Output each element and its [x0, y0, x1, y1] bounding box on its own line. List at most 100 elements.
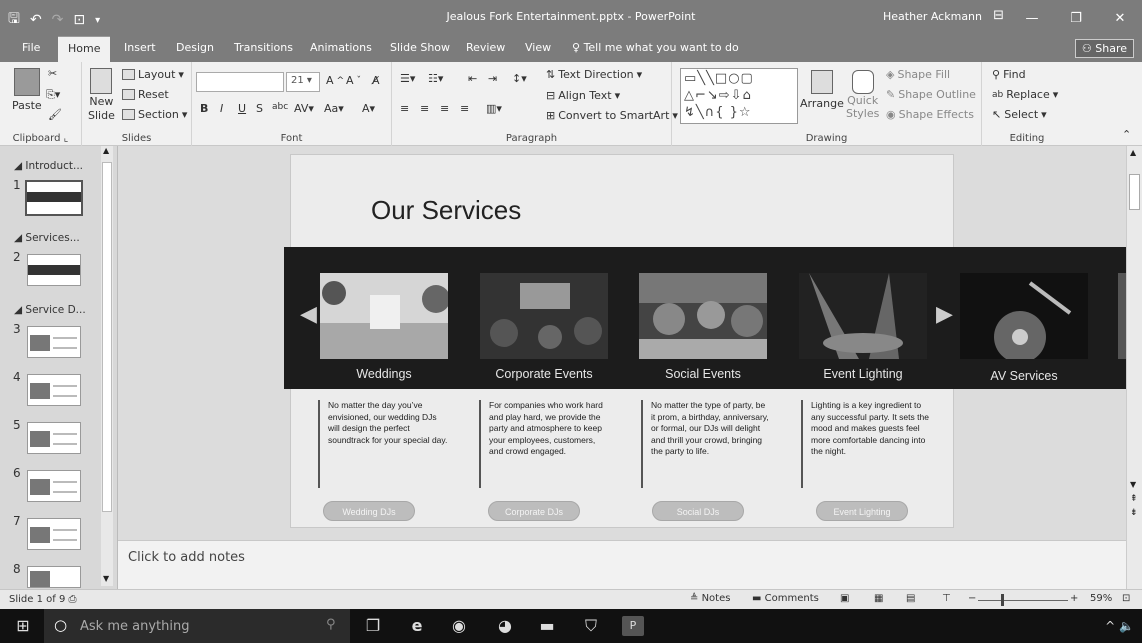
- wedding-djs-button[interactable]: Wedding DJs: [323, 501, 415, 521]
- comments-toggle[interactable]: ▬ Comments: [752, 593, 819, 604]
- notes-toggle[interactable]: ≜ Notes: [690, 593, 730, 604]
- bullets-icon[interactable]: ☰▾: [400, 72, 415, 85]
- corporate-djs-button[interactable]: Corporate DJs: [488, 501, 580, 521]
- shadow-icon[interactable]: S: [256, 102, 263, 115]
- firefox-icon[interactable]: ◕: [494, 616, 516, 636]
- justify-icon[interactable]: ≡: [460, 102, 469, 115]
- thumbnail-scrollbar[interactable]: ▲ ▼: [101, 146, 113, 586]
- shape-fill-button[interactable]: ◈ Shape Fill: [886, 68, 950, 81]
- tab-transitions[interactable]: Transitions: [224, 36, 303, 62]
- previous-slide-icon[interactable]: ⇞: [1130, 494, 1138, 504]
- slide-thumbnail-6[interactable]: [27, 470, 81, 502]
- event-lighting-button[interactable]: Event Lighting: [816, 501, 908, 521]
- editor-scrollbar[interactable]: ▲ ▼ ⇞ ⇟: [1126, 146, 1142, 589]
- services-image-band[interactable]: ◀ Weddings Corporate Events Social Event…: [284, 247, 1126, 389]
- font-name-combo[interactable]: [196, 72, 284, 92]
- tab-home[interactable]: Home: [58, 36, 111, 62]
- increase-font-icon[interactable]: A ^: [326, 74, 344, 87]
- service-description[interactable]: Lighting is a key ingredient to any succ…: [801, 400, 931, 488]
- reading-view-icon[interactable]: ▤: [906, 593, 915, 604]
- line-spacing-icon[interactable]: ↕▾: [512, 72, 527, 85]
- convert-smartart-button[interactable]: ⊞ Convert to SmartArt ▾: [546, 109, 678, 122]
- cut-icon[interactable]: ✂: [48, 67, 57, 80]
- scrollbar-thumb[interactable]: [1129, 174, 1140, 210]
- windows-start-icon[interactable]: ⊞: [12, 616, 34, 636]
- service-description[interactable]: No matter the type of party, be it prom,…: [641, 400, 771, 488]
- service-card-av[interactable]: AV Services: [960, 273, 1088, 383]
- slide-sorter-icon[interactable]: ▦: [874, 593, 883, 604]
- shape-effects-button[interactable]: ◉ Shape Effects: [886, 108, 974, 121]
- italic-icon[interactable]: I: [220, 102, 223, 115]
- section-button[interactable]: Section ▾: [122, 108, 187, 121]
- close-button[interactable]: ✕: [1098, 0, 1142, 36]
- next-slide-icon[interactable]: ⇟: [1130, 508, 1138, 518]
- change-case-icon[interactable]: Aa▾: [324, 102, 344, 115]
- ribbon-display-options-icon[interactable]: ⊟: [993, 8, 1004, 23]
- scroll-up-icon[interactable]: ▲: [103, 146, 109, 155]
- right-arrow-icon[interactable]: ▶: [936, 302, 953, 327]
- slide-thumbnail-1[interactable]: [25, 180, 83, 216]
- strikethrough-icon[interactable]: abc: [272, 102, 288, 112]
- section-header-intro[interactable]: ◢ Introduct...: [14, 160, 83, 172]
- zoom-level[interactable]: 59%: [1090, 593, 1112, 604]
- scroll-up-icon[interactable]: ▲: [1130, 148, 1136, 157]
- cortana-search-box[interactable]: ○ Ask me anything ⚲: [44, 609, 350, 643]
- shape-outline-button[interactable]: ✎ Shape Outline: [886, 88, 976, 101]
- spell-check-icon[interactable]: ⎙: [69, 594, 77, 605]
- section-header-services[interactable]: ◢ Services...: [14, 232, 80, 244]
- tell-me-search[interactable]: ♀ Tell me what you want to do: [572, 41, 739, 54]
- slide-thumbnail-7[interactable]: [27, 518, 81, 550]
- quick-styles-button[interactable]: Quick Styles: [846, 70, 879, 120]
- character-spacing-icon[interactable]: AV▾: [294, 102, 314, 115]
- slide-thumbnail-5[interactable]: [27, 422, 81, 454]
- decrease-indent-icon[interactable]: ⇤: [468, 72, 477, 85]
- powerpoint-taskbar-icon[interactable]: P: [622, 616, 644, 636]
- bold-icon[interactable]: B: [200, 102, 208, 115]
- arrange-button[interactable]: Arrange: [800, 70, 844, 110]
- select-button[interactable]: ↖ Select ▾: [992, 108, 1047, 121]
- align-text-button[interactable]: ⊟ Align Text ▾: [546, 89, 620, 102]
- normal-view-icon[interactable]: ▣: [840, 593, 849, 604]
- new-slide-button[interactable]: New Slide: [88, 68, 115, 122]
- copy-icon[interactable]: ⎘▾: [46, 88, 60, 102]
- share-button[interactable]: ⚇ Share: [1074, 39, 1134, 58]
- zoom-out-icon[interactable]: −: [968, 593, 976, 604]
- store-icon[interactable]: ⛉: [580, 616, 602, 636]
- tab-slide-show[interactable]: Slide Show: [380, 36, 460, 62]
- shapes-gallery[interactable]: ▭╲╲□○▢ △⌐↘⇨⇩⌂ ↯╲∩{ }☆: [680, 68, 798, 124]
- increase-indent-icon[interactable]: ⇥: [488, 72, 497, 85]
- chevron-up-icon[interactable]: ^: [1105, 619, 1115, 633]
- zoom-in-icon[interactable]: +: [1070, 593, 1078, 604]
- zoom-slider-thumb[interactable]: [1001, 594, 1004, 606]
- slide-thumbnail-8[interactable]: [27, 566, 81, 588]
- service-card-social[interactable]: Social Events: [639, 273, 767, 381]
- tab-design[interactable]: Design: [166, 36, 224, 62]
- tab-animations[interactable]: Animations: [300, 36, 382, 62]
- user-name[interactable]: Heather Ackmann: [883, 10, 982, 23]
- underline-icon[interactable]: U: [238, 102, 246, 115]
- find-button[interactable]: ⚲ Find: [992, 68, 1026, 81]
- paste-button[interactable]: Paste: [12, 68, 42, 112]
- clear-formatting-icon[interactable]: A̸: [372, 74, 380, 87]
- service-description[interactable]: No matter the day you’ve envisioned, our…: [318, 400, 448, 488]
- scrollbar-thumb[interactable]: [102, 162, 112, 512]
- align-right-icon[interactable]: ≡: [440, 102, 449, 115]
- service-card-corporate[interactable]: Corporate Events: [480, 273, 608, 381]
- fit-to-window-icon[interactable]: ⊡: [1122, 593, 1130, 604]
- tab-insert[interactable]: Insert: [114, 36, 166, 62]
- tab-file[interactable]: File: [12, 36, 50, 62]
- slide-thumbnail-3[interactable]: [27, 326, 81, 358]
- social-djs-button[interactable]: Social DJs: [652, 501, 744, 521]
- tab-view[interactable]: View: [515, 36, 561, 62]
- service-description[interactable]: For companies who work hard and play har…: [479, 400, 609, 488]
- format-painter-icon[interactable]: 🖌: [48, 108, 62, 121]
- slide-show-icon[interactable]: ⊤: [942, 593, 951, 604]
- section-header-service-details[interactable]: ◢ Service D...: [14, 304, 86, 316]
- reset-button[interactable]: Reset: [122, 88, 169, 101]
- service-card-lighting[interactable]: Event Lighting: [799, 273, 927, 381]
- text-direction-button[interactable]: ⇅ Text Direction ▾: [546, 68, 642, 81]
- service-card-weddings[interactable]: Weddings: [320, 273, 448, 381]
- chrome-icon[interactable]: ◉: [448, 616, 470, 636]
- slide-title[interactable]: Our Services: [371, 195, 521, 226]
- align-left-icon[interactable]: ≡: [400, 102, 409, 115]
